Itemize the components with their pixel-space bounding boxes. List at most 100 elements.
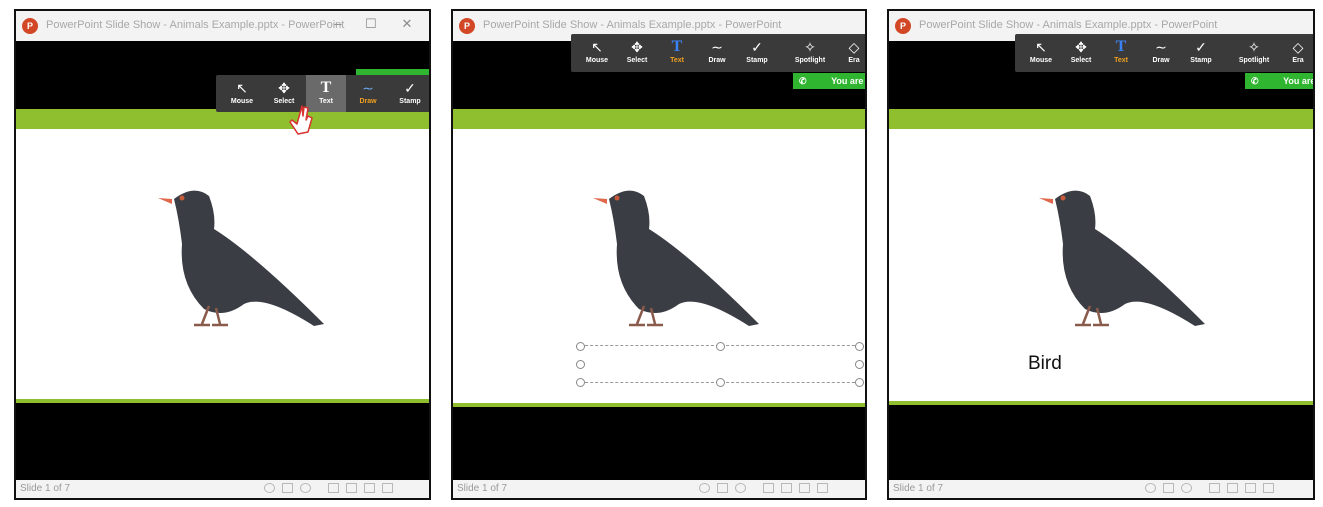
tool-text[interactable]: T Text (1101, 34, 1141, 72)
tool-spotlight[interactable]: ✧ Spotlight (785, 34, 835, 72)
squiggle-icon: ∼ (1155, 39, 1167, 55)
checkmark-icon: ✓ (404, 80, 416, 96)
status-bar: Slide 1 of 7 (889, 480, 1313, 498)
tool-stamp[interactable]: ✓ Stamp (1181, 34, 1221, 72)
bird-image (593, 190, 759, 327)
slide-canvas: Bird (891, 129, 1309, 401)
slide-bottom-margin (453, 407, 865, 480)
resize-handle[interactable] (855, 342, 864, 351)
next-slide-icon[interactable] (735, 483, 746, 493)
tool-erase[interactable]: ◇ Era (1283, 34, 1313, 72)
wand-icon: ✧ (1248, 39, 1260, 55)
screenshot-panel-1: P PowerPoint Slide Show - Animals Exampl… (14, 9, 431, 500)
status-bar: Slide 1 of 7 (16, 480, 429, 498)
slide-sorter-icon[interactable] (1227, 483, 1238, 493)
resize-handle[interactable] (716, 342, 725, 351)
resize-handle[interactable] (576, 378, 585, 387)
slide-counter: Slide 1 of 7 (20, 483, 71, 494)
slide-counter: Slide 1 of 7 (893, 483, 944, 494)
wand-icon: ✧ (804, 39, 816, 55)
squiggle-icon: ∼ (362, 80, 374, 96)
cursor-icon: ↖ (236, 80, 248, 96)
reading-view-icon[interactable] (1245, 483, 1256, 493)
powerpoint-icon: P (459, 18, 475, 34)
close-button[interactable]: ✕ (397, 16, 417, 32)
slide-canvas (18, 129, 419, 399)
resize-handle[interactable] (855, 360, 864, 369)
squiggle-icon: ∼ (711, 39, 723, 55)
menu-icon[interactable] (282, 483, 293, 493)
reading-view-icon[interactable] (799, 483, 810, 493)
normal-view-icon[interactable] (763, 483, 774, 493)
tool-draw[interactable]: ∼ Draw (697, 34, 737, 72)
view-buttons (264, 483, 393, 493)
annotation-toolbar: ↖ Mouse ✥ Select T Text ∼ Draw ✓ Stamp (216, 75, 429, 112)
phone-icon: ✆ (1251, 76, 1259, 86)
slideshow-view-icon[interactable] (1263, 483, 1274, 493)
reading-view-icon[interactable] (364, 483, 375, 493)
bird-image (1039, 190, 1205, 327)
move-icon: ✥ (631, 39, 643, 55)
share-banner: ✆ You are (793, 73, 865, 89)
cursor-icon: ↖ (1035, 39, 1047, 55)
previous-slide-icon[interactable] (699, 483, 710, 493)
resize-handle[interactable] (576, 342, 585, 351)
tool-draw[interactable]: ∼ Draw (1141, 34, 1181, 72)
resize-handle[interactable] (576, 360, 585, 369)
screenshot-panel-3: P PowerPoint Slide Show - Animals Exampl… (887, 9, 1315, 500)
phone-icon: ✆ (799, 76, 807, 86)
slide-sorter-icon[interactable] (781, 483, 792, 493)
slide-canvas (455, 129, 864, 403)
tool-draw[interactable]: ∼ Draw (348, 75, 388, 112)
slide-bottom-margin (16, 403, 429, 480)
annotation-toolbar: ↖ Mouse ✥ Select T Text ∼ Draw ✓ Stamp ✧ Spotl… (571, 34, 865, 72)
title-bar: P PowerPoint Slide Show - Animals Exampl… (16, 11, 429, 41)
move-icon: ✥ (278, 80, 290, 96)
normal-view-icon[interactable] (1209, 483, 1220, 493)
bird-image (158, 190, 324, 327)
previous-slide-icon[interactable] (264, 483, 275, 493)
window-title: PowerPoint Slide Show - Animals Example.… (46, 19, 345, 31)
tool-select[interactable]: ✥ Select (617, 34, 657, 72)
minimize-button[interactable]: – (328, 16, 348, 31)
tool-mouse[interactable]: ↖ Mouse (577, 34, 617, 72)
move-icon: ✥ (1075, 39, 1087, 55)
screenshot-panel-2: P PowerPoint Slide Show - Animals Exampl… (451, 9, 867, 500)
slide-counter: Slide 1 of 7 (457, 483, 508, 494)
tool-spotlight[interactable]: ✧ Spotlight (1229, 34, 1279, 72)
text-icon: T (320, 79, 332, 96)
tool-stamp[interactable]: ✓ Stamp (390, 75, 429, 112)
tool-select[interactable]: ✥ Select (1061, 34, 1101, 72)
tool-mouse[interactable]: ↖ Mouse (1021, 34, 1061, 72)
menu-icon[interactable] (717, 483, 728, 493)
normal-view-icon[interactable] (328, 483, 339, 493)
next-slide-icon[interactable] (300, 483, 311, 493)
previous-slide-icon[interactable] (1145, 483, 1156, 493)
window-title: PowerPoint Slide Show - Animals Example.… (919, 19, 1218, 31)
slideshow-view-icon[interactable] (817, 483, 828, 493)
slide-bottom-margin (889, 405, 1313, 480)
powerpoint-icon: P (895, 18, 911, 34)
view-buttons (699, 483, 828, 493)
eraser-icon: ◇ (1292, 39, 1304, 55)
slide-header-bar (889, 109, 1313, 129)
share-banner-text: You are (1283, 76, 1315, 86)
share-banner: ✆ You are (1245, 73, 1315, 89)
text-box-placeholder[interactable] (576, 342, 864, 387)
next-slide-icon[interactable] (1181, 483, 1192, 493)
tool-erase[interactable]: ◇ Era (839, 34, 865, 72)
tool-text[interactable]: T Text (657, 34, 697, 72)
maximize-button[interactable]: ☐ (361, 16, 381, 32)
menu-icon[interactable] (1163, 483, 1174, 493)
resize-handle[interactable] (855, 378, 864, 387)
slideshow-view-icon[interactable] (382, 483, 393, 493)
tool-mouse[interactable]: ↖ Mouse (222, 75, 262, 112)
status-bar: Slide 1 of 7 (453, 480, 865, 498)
checkmark-icon: ✓ (751, 39, 763, 55)
resize-handle[interactable] (716, 378, 725, 387)
slide-sorter-icon[interactable] (346, 483, 357, 493)
slide-header-bar (16, 109, 429, 129)
tool-stamp[interactable]: ✓ Stamp (737, 34, 777, 72)
text-icon: T (671, 38, 683, 55)
annotation-text[interactable]: Bird (1028, 353, 1062, 375)
